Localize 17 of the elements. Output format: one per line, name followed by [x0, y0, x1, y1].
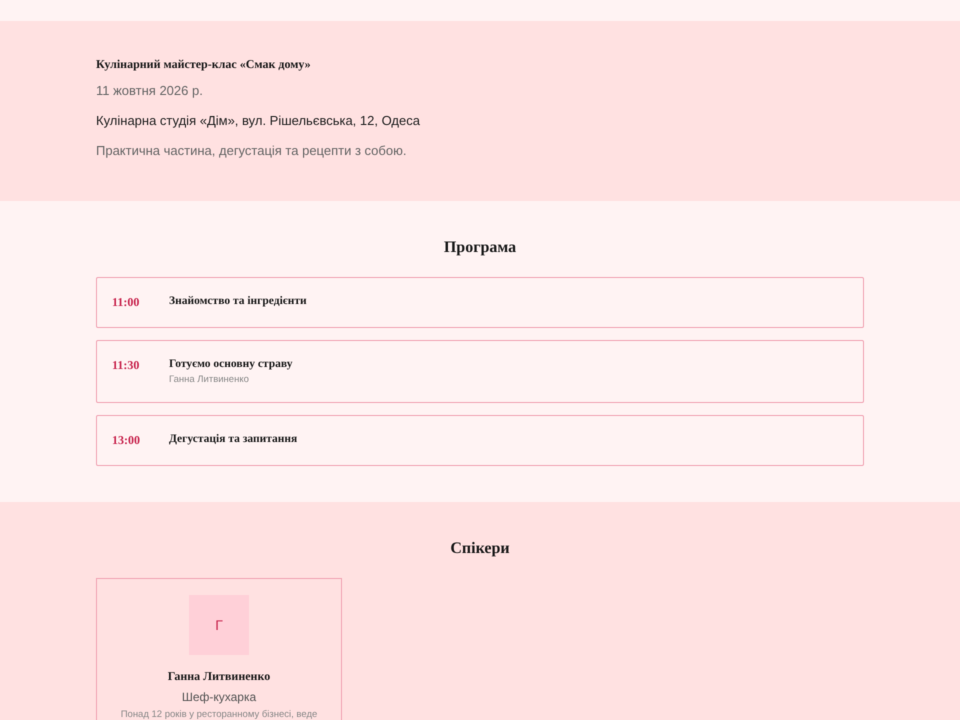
- program-speaker: Ганна Литвиненко: [169, 374, 250, 385]
- program-title: Знайомство та інгредієнти: [169, 295, 307, 307]
- event-description: Практична частина, дегустація та рецепти з собою.: [96, 143, 408, 159]
- speaker-bio: Понад 12 років у ресторанному бізнесі, веде: [120, 709, 318, 720]
- speaker-avatar: Г: [189, 595, 249, 655]
- event-venue: Кулінарна студія «Дім», вул. Рішельєвська, 12, Одеса: [96, 113, 421, 129]
- program-time: 11:00: [112, 295, 140, 310]
- section-heading: Програма: [442, 239, 518, 257]
- section-heading: Спікери: [449, 540, 511, 558]
- program-time: 11:30: [112, 358, 140, 373]
- program-title: Дегустація та запитання: [169, 433, 298, 445]
- program-time: 13:00: [112, 433, 141, 448]
- event-date: 11 жовтня 2026 р.: [96, 83, 204, 99]
- speaker-name: Ганна Литвиненко: [168, 669, 270, 684]
- program-title: Готуємо основну страву: [169, 358, 292, 370]
- event-title: Кулінарний майстер-клас «Смак дому»: [96, 57, 312, 72]
- speaker-role: Шеф-кухарка: [182, 690, 256, 704]
